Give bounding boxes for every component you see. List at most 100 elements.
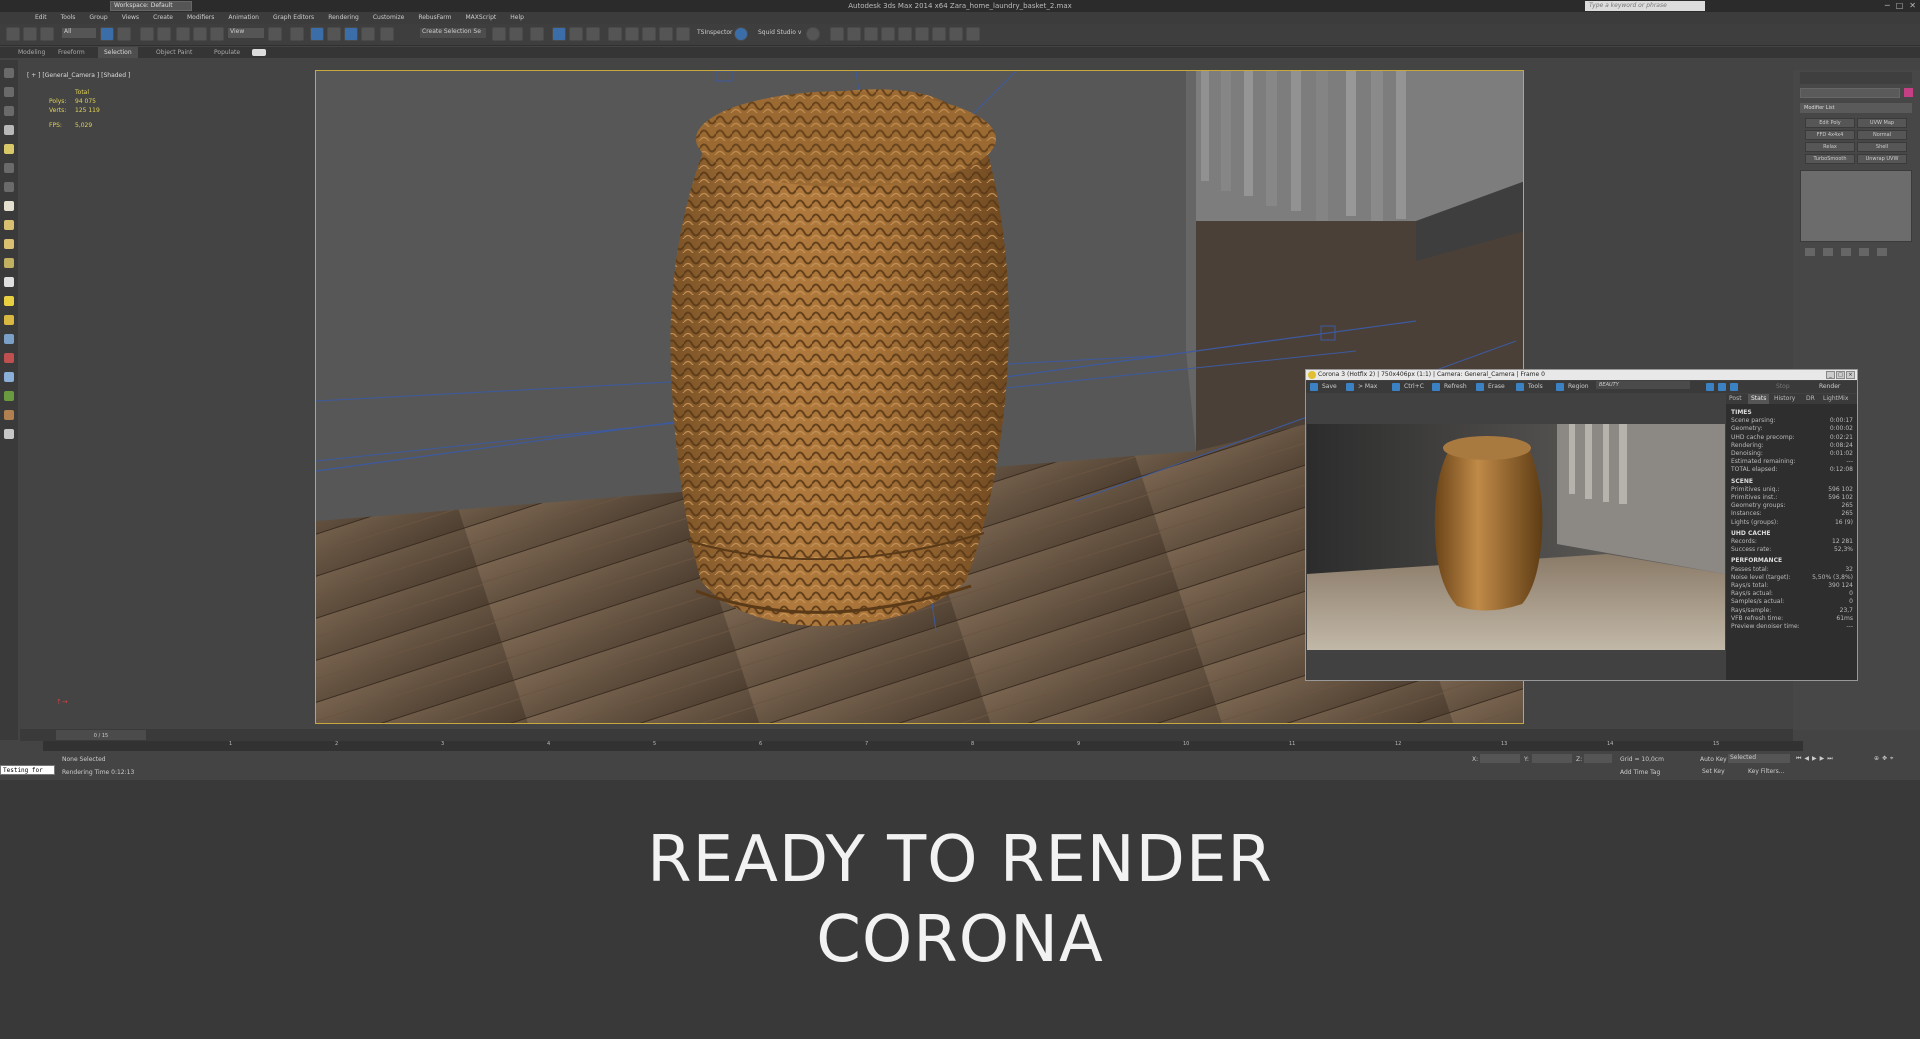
edit-named-selection-icon[interactable] [380,27,394,41]
tools-icon[interactable] [1516,383,1524,391]
torus-icon[interactable] [4,258,14,268]
maxscript-listener-input[interactable]: Testing for [0,765,55,775]
modifier-button-unwrap-uvw[interactable]: Unwrap UVW [1857,154,1907,164]
angle-snap-icon[interactable] [327,27,341,41]
show-end-result-icon[interactable] [1823,248,1833,256]
tab-stats[interactable]: Stats [1748,394,1770,404]
qr-plugin-icon[interactable] [734,27,748,41]
ribbon-tab-object-paint[interactable]: Object Paint [150,47,198,58]
percent-snap-icon[interactable] [344,27,358,41]
tool-icon[interactable] [4,182,14,192]
layer-manager-icon[interactable] [530,27,544,41]
selection-filter[interactable]: All [62,28,96,38]
modifier-button-shell[interactable]: Shell [1857,142,1907,152]
erase-button[interactable]: Erase [1488,381,1505,393]
to-max-button[interactable]: > Max [1358,381,1377,393]
light-icon[interactable] [4,144,14,154]
zoom-icon[interactable] [1706,383,1714,391]
menu-animation[interactable]: Animation [221,12,266,24]
move-icon[interactable] [176,27,190,41]
reference-coordinate-dropdown[interactable]: View [228,28,264,38]
tool-icon[interactable] [4,372,14,382]
sphere-icon[interactable] [4,220,14,230]
viewport-label[interactable]: [ + ] [General_Camera ] [Shaded ] [27,72,130,79]
plugin-tool-2-icon[interactable] [847,27,861,41]
align-icon[interactable] [509,27,523,41]
modifier-button-relax[interactable]: Relax [1805,142,1855,152]
auto-key-button[interactable]: Auto Key [1700,756,1727,763]
make-unique-icon[interactable] [1841,248,1851,256]
schematic-view-icon[interactable] [608,27,622,41]
configure-sets-icon[interactable] [1877,248,1887,256]
select-object-icon[interactable] [100,27,114,41]
key-mode-dropdown[interactable]: Selected [1728,754,1790,763]
tab-history[interactable]: History [1774,394,1795,404]
rendered-frame-window-icon[interactable] [659,27,673,41]
modifier-button-edit-poly[interactable]: Edit Poly [1805,118,1855,128]
actual-size-icon[interactable] [1730,383,1738,391]
tool-icon[interactable] [4,68,14,78]
object-color-swatch[interactable] [1904,88,1913,97]
scale-icon[interactable] [210,27,224,41]
tool-icon[interactable] [4,353,14,363]
stop-button[interactable]: Stop [1776,381,1790,393]
select-manipulate-icon[interactable] [290,27,304,41]
cone-icon[interactable] [4,277,14,287]
menu-maxscript[interactable]: MAXScript [458,12,503,24]
fit-icon[interactable] [1718,383,1726,391]
snap-toggle-icon[interactable] [310,27,324,41]
plugin-tool-6-icon[interactable] [915,27,929,41]
render-pass-dropdown[interactable]: BEAUTY [1596,381,1690,389]
ribbon-tab-freeform[interactable]: Freeform [52,47,91,58]
search-input[interactable]: Type a keyword or phrase [1585,1,1705,11]
save-button[interactable]: Save [1322,381,1337,393]
refresh-icon[interactable] [1432,383,1440,391]
ribbon-tab-modeling[interactable]: Modeling [12,47,51,58]
minimize-icon[interactable]: ─ [1885,0,1890,12]
navigation-controls[interactable]: ⊕✥⌖ [1874,755,1896,763]
set-key-button[interactable]: Set Key [1702,768,1725,775]
spinner-snap-icon[interactable] [361,27,375,41]
menu-views[interactable]: Views [115,12,146,24]
plugin-tool-7-icon[interactable] [932,27,946,41]
menu-help[interactable]: Help [503,12,531,24]
plugin-tool-8-icon[interactable] [949,27,963,41]
maximize-icon[interactable]: □ [1896,0,1904,12]
modifier-button-turbosmooth[interactable]: TurboSmooth [1805,154,1855,164]
menu-edit[interactable]: Edit [28,12,54,24]
scene-explorer-icon[interactable] [552,27,566,41]
time-slider[interactable]: 0 / 15 [20,729,1793,741]
playback-controls[interactable]: ⏮◀▶▶⏭ [1796,755,1836,763]
render-setup-icon[interactable] [642,27,656,41]
track-bar[interactable]: 1 2 3 4 5 6 7 8 9 10 11 12 13 14 15 [43,741,1803,751]
menu-tools[interactable]: Tools [54,12,83,24]
x-coordinate-field[interactable] [1480,754,1520,763]
plugin-tool-3-icon[interactable] [864,27,878,41]
tool-icon[interactable] [4,106,14,116]
select-by-name-icon[interactable] [117,27,131,41]
unlink-icon[interactable] [40,27,54,41]
menu-group[interactable]: Group [82,12,114,24]
vfb-minimize-icon[interactable]: _ [1826,371,1835,379]
mirror-icon[interactable] [492,27,506,41]
to-max-icon[interactable] [1346,383,1354,391]
save-icon[interactable] [1310,383,1318,391]
y-coordinate-field[interactable] [1532,754,1572,763]
tab-lightmix[interactable]: LightMix [1823,394,1848,404]
region-button[interactable]: Region [1568,381,1589,393]
link-icon[interactable] [23,27,37,41]
tool-icon[interactable] [4,334,14,344]
menu-modifiers[interactable]: Modifiers [180,12,221,24]
pivot-icon[interactable] [268,27,282,41]
tools-button[interactable]: Tools [1528,381,1543,393]
render-button[interactable]: Render [1819,381,1840,393]
plugin-tool-1-icon[interactable] [830,27,844,41]
tab-dr[interactable]: DR [1806,394,1815,404]
refresh-plugin-icon[interactable] [806,27,820,41]
plugin-tool-4-icon[interactable] [881,27,895,41]
modifier-list-dropdown[interactable]: Modifier List [1800,103,1912,113]
tool-icon[interactable] [4,163,14,173]
plugin-tool-5-icon[interactable] [898,27,912,41]
undo-icon[interactable] [6,27,20,41]
copy-icon[interactable] [1392,383,1400,391]
